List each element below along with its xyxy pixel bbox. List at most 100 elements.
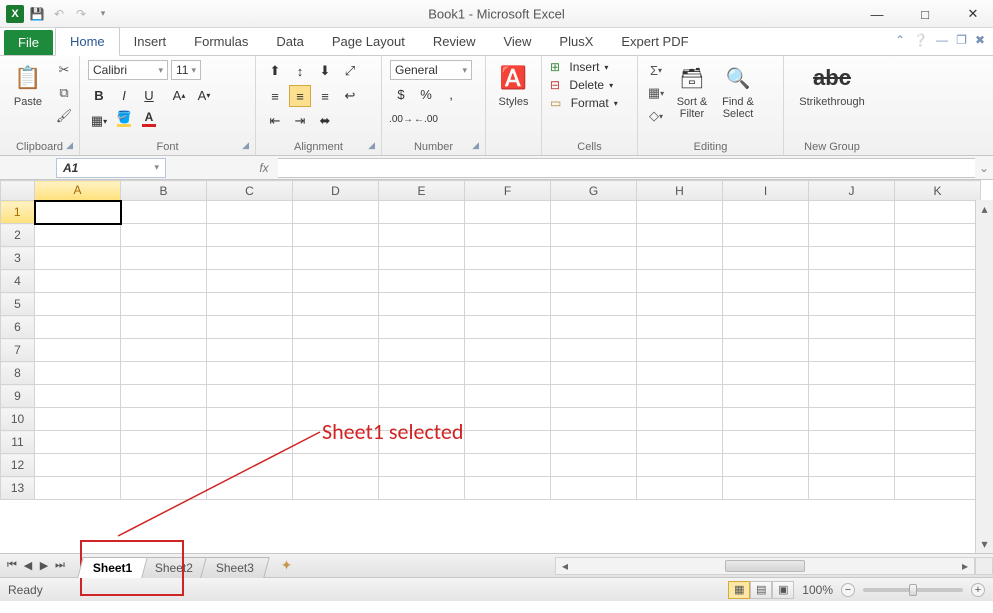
cell[interactable] [895, 270, 981, 293]
styles-button[interactable]: 🅰️ Styles [494, 60, 534, 110]
vertical-scrollbar[interactable]: ▴ ▾ [975, 200, 993, 553]
cell[interactable] [551, 201, 637, 224]
tab-nav-next-icon[interactable]: ▶ [36, 557, 52, 575]
cell[interactable] [723, 385, 809, 408]
cell[interactable] [293, 316, 379, 339]
merge-center-icon[interactable]: ⬌ [314, 110, 336, 132]
column-header[interactable]: K [895, 181, 981, 201]
cell[interactable] [121, 408, 207, 431]
cell[interactable] [121, 316, 207, 339]
cell[interactable] [207, 385, 293, 408]
cell[interactable] [637, 477, 723, 500]
window-restore-icon[interactable]: ❐ [956, 33, 967, 47]
fill-icon[interactable]: ▦▾ [646, 83, 666, 103]
cell[interactable] [121, 293, 207, 316]
cell[interactable] [465, 431, 551, 454]
cell[interactable] [35, 293, 121, 316]
strikethrough-button[interactable]: abc Strikethrough [795, 60, 868, 110]
cell[interactable] [809, 316, 895, 339]
align-bottom-icon[interactable]: ⬇ [314, 60, 336, 82]
select-all-corner[interactable] [1, 181, 35, 201]
cell[interactable] [293, 270, 379, 293]
cell[interactable] [895, 247, 981, 270]
cell[interactable] [723, 431, 809, 454]
column-header[interactable]: H [637, 181, 723, 201]
view-page-layout-icon[interactable]: ▤ [750, 581, 772, 599]
cell[interactable] [637, 201, 723, 224]
window-minimize-icon[interactable]: — [936, 33, 948, 47]
row-header[interactable]: 1 [1, 201, 35, 224]
column-header[interactable]: G [551, 181, 637, 201]
cell[interactable] [551, 431, 637, 454]
close-button[interactable]: ✕ [959, 4, 987, 24]
tab-data[interactable]: Data [262, 28, 317, 55]
cell[interactable] [121, 224, 207, 247]
cell[interactable] [379, 385, 465, 408]
redo-icon[interactable]: ↷ [72, 5, 90, 23]
zoom-value[interactable]: 100% [802, 583, 833, 597]
tab-plusx[interactable]: PlusX [545, 28, 607, 55]
tab-insert[interactable]: Insert [120, 28, 181, 55]
cell[interactable] [637, 247, 723, 270]
cell[interactable] [809, 339, 895, 362]
minimize-button[interactable]: — [863, 4, 891, 24]
font-color-button[interactable]: A [138, 110, 160, 132]
excel-app-icon[interactable]: X [6, 5, 24, 23]
scroll-up-icon[interactable]: ▴ [976, 200, 993, 218]
cell[interactable] [895, 408, 981, 431]
cell[interactable] [895, 201, 981, 224]
increase-font-icon[interactable]: A▴ [168, 84, 190, 106]
underline-button[interactable]: U [138, 84, 160, 106]
cell[interactable] [207, 408, 293, 431]
row-header[interactable]: 7 [1, 339, 35, 362]
cell[interactable] [121, 247, 207, 270]
tab-view[interactable]: View [489, 28, 545, 55]
cell[interactable] [293, 247, 379, 270]
row-header[interactable]: 5 [1, 293, 35, 316]
cell[interactable] [207, 316, 293, 339]
cell[interactable] [379, 339, 465, 362]
row-header[interactable]: 9 [1, 385, 35, 408]
maximize-button[interactable]: □ [911, 4, 939, 24]
tab-formulas[interactable]: Formulas [180, 28, 262, 55]
cell[interactable] [637, 270, 723, 293]
save-icon[interactable]: 💾 [28, 5, 46, 23]
decrease-decimal-icon[interactable]: ←.00 [415, 108, 437, 130]
cell[interactable] [723, 454, 809, 477]
cell[interactable] [35, 454, 121, 477]
cell[interactable] [723, 293, 809, 316]
row-header[interactable]: 4 [1, 270, 35, 293]
number-launcher-icon[interactable]: ◢ [472, 140, 479, 151]
cell[interactable] [465, 339, 551, 362]
cell[interactable] [207, 224, 293, 247]
cell[interactable] [35, 339, 121, 362]
scroll-down-icon[interactable]: ▾ [976, 535, 993, 553]
cell[interactable] [637, 408, 723, 431]
cell[interactable] [637, 316, 723, 339]
cell[interactable] [207, 339, 293, 362]
cell[interactable] [551, 408, 637, 431]
cell[interactable] [895, 224, 981, 247]
align-right-icon[interactable]: ≡ [314, 85, 336, 107]
file-tab[interactable]: File [4, 30, 53, 55]
cell[interactable] [895, 431, 981, 454]
cell[interactable] [551, 316, 637, 339]
cell[interactable] [35, 270, 121, 293]
cell[interactable] [35, 201, 121, 224]
minimize-ribbon-icon[interactable]: ⌃ [895, 33, 905, 47]
cell[interactable] [35, 224, 121, 247]
clear-icon[interactable]: ◇▾ [646, 106, 666, 126]
wrap-text-icon[interactable]: ↩ [339, 85, 361, 107]
cell[interactable] [809, 224, 895, 247]
column-header[interactable]: E [379, 181, 465, 201]
cell[interactable] [723, 408, 809, 431]
formula-input[interactable] [278, 158, 975, 178]
cell[interactable] [723, 201, 809, 224]
decrease-font-icon[interactable]: A▾ [193, 84, 215, 106]
cell[interactable] [637, 224, 723, 247]
cell[interactable] [379, 454, 465, 477]
tab-expert-pdf[interactable]: Expert PDF [607, 28, 702, 55]
row-header[interactable]: 2 [1, 224, 35, 247]
zoom-out-button[interactable]: − [841, 583, 855, 597]
cell[interactable] [35, 362, 121, 385]
